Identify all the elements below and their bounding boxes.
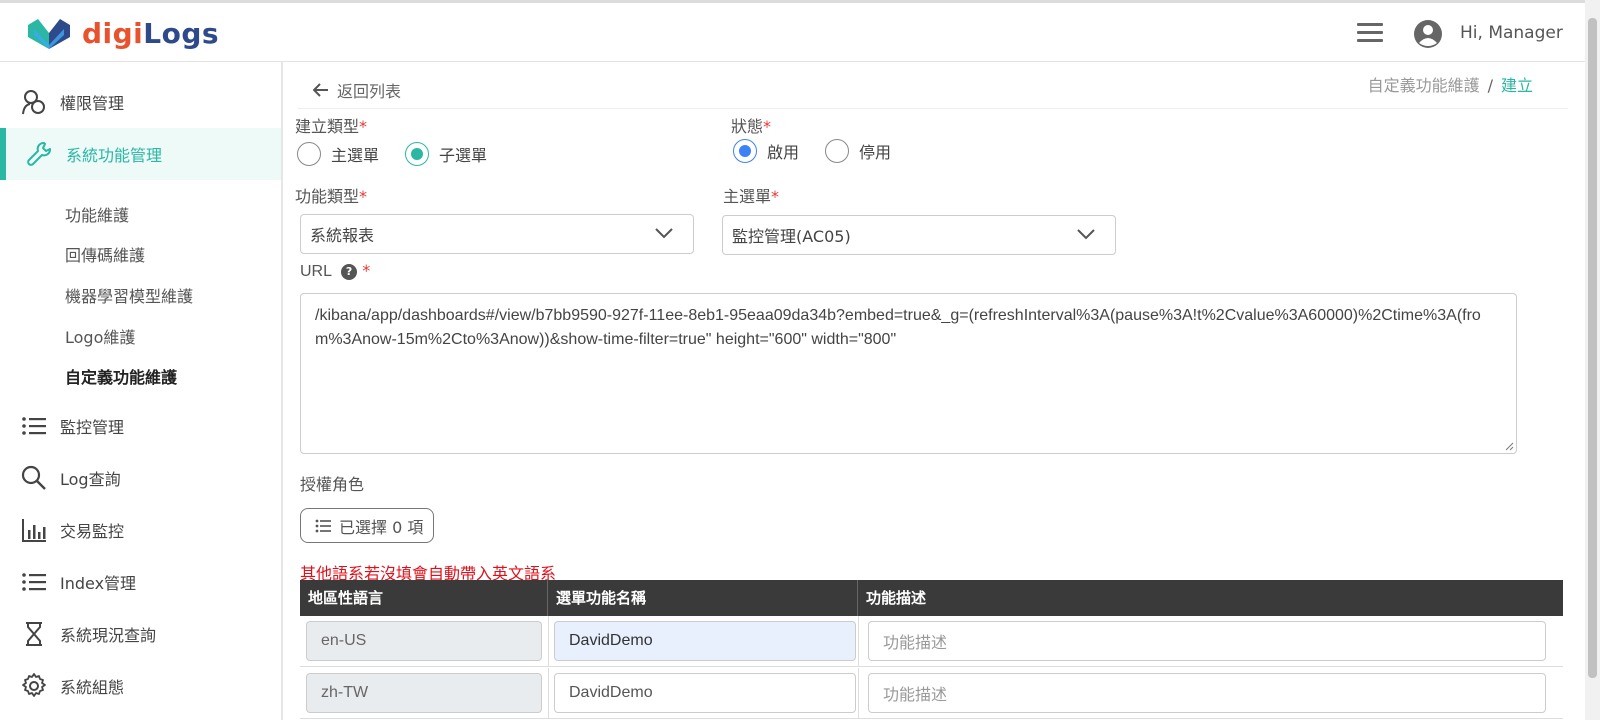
create-type-radio-group: 主選單 子選單 [297, 142, 513, 166]
list-icon [20, 412, 48, 440]
description-input[interactable]: 功能描述 [868, 621, 1546, 661]
main-content: 返回列表 自定義功能維護 / 建立 建立類型* 主選單 子選單 狀態* 啟用 停用 … [283, 62, 1585, 720]
sidebar-subitem-function-maintenance[interactable]: 功能維護 [65, 202, 129, 226]
top-header: digiLogs Hi, Manager [0, 0, 1585, 62]
url-value: /kibana/app/dashboards#/view/b7bb9590-92… [315, 307, 1481, 348]
resize-handle-icon[interactable] [1504, 441, 1514, 451]
breadcrumb-separator: / [1487, 76, 1493, 95]
breadcrumb: 自定義功能維護 / 建立 [1368, 72, 1533, 96]
url-label: URL ? * [300, 261, 371, 280]
wrench-icon [26, 140, 54, 168]
sidebar-item-label: 監控管理 [60, 418, 125, 437]
main-menu-label: 主選單* [723, 187, 780, 206]
description-input[interactable]: 功能描述 [868, 673, 1546, 713]
menu-toggle-icon[interactable] [1357, 23, 1383, 43]
sidebar-item-label: Log查詢 [60, 470, 121, 489]
column-header-menu-name: 選單功能名稱 [548, 580, 858, 616]
list-icon [20, 568, 48, 596]
divider [298, 108, 1568, 109]
sidebar-item-permissions[interactable]: 權限管理 [0, 76, 281, 128]
sidebar-item-label: 權限管理 [60, 94, 125, 113]
sidebar-subitem-ml-model[interactable]: 機器學習模型維護 [65, 283, 193, 307]
roles-picker-label: 已選擇 0 項 [339, 517, 424, 537]
radio-main-menu-label[interactable]: 主選單 [331, 142, 379, 166]
sidebar-item-system-functions[interactable]: 系統功能管理 [0, 128, 281, 180]
list-icon [315, 519, 331, 532]
sidebar-item-label: 交易監控 [60, 522, 125, 541]
url-textarea[interactable]: /kibana/app/dashboards#/view/b7bb9590-92… [300, 293, 1517, 454]
sidebar-item-monitoring[interactable]: 監控管理 [0, 400, 281, 452]
help-icon[interactable]: ? [341, 264, 358, 280]
radio-main-menu[interactable] [297, 142, 321, 166]
function-type-value: 系統報表 [310, 226, 375, 245]
bar-chart-icon [20, 516, 48, 544]
menu-name-input[interactable]: DavidDemo [554, 621, 856, 661]
sidebar-item-system-status[interactable]: 系統現況查詢 [0, 608, 281, 660]
back-to-list-link[interactable]: 返回列表 [313, 78, 401, 102]
main-menu-value: 監控管理(AC05) [732, 227, 851, 246]
menu-name-input[interactable]: DavidDemo [554, 673, 856, 713]
radio-sub-menu-label[interactable]: 子選單 [439, 142, 487, 166]
logo-text-digi: digi [82, 16, 144, 50]
status-label: 狀態* [731, 117, 772, 136]
radio-enabled[interactable] [733, 139, 757, 163]
page-scrollbar-thumb[interactable] [1588, 18, 1597, 678]
sidebar-item-label: 系統組態 [60, 678, 125, 697]
function-type-select[interactable]: 系統報表 [300, 214, 694, 254]
radio-disabled[interactable] [825, 139, 850, 163]
chevron-down-icon [655, 228, 673, 239]
create-type-label: 建立類型* [295, 117, 368, 136]
logo-text-logs: Logs [143, 16, 220, 50]
sidebar-subitem-return-code[interactable]: 回傳碼維護 [65, 242, 145, 266]
users-icon [20, 88, 48, 116]
hourglass-icon [20, 620, 48, 648]
app-logo[interactable]: digiLogs [28, 15, 219, 51]
sidebar-subitem-logo[interactable]: Logo維護 [65, 324, 135, 348]
logo-mark-icon [28, 19, 70, 49]
back-label: 返回列表 [337, 82, 402, 101]
sidebar-item-label: 系統現況查詢 [60, 626, 157, 645]
status-radio-group: 啟用 停用 [733, 139, 917, 163]
table-row: en-US DavidDemo 功能描述 [300, 616, 1563, 667]
table-row: zh-TW DavidDemo 功能描述 [300, 668, 1563, 719]
radio-enabled-label[interactable]: 啟用 [767, 139, 799, 163]
arrow-left-icon [313, 83, 328, 97]
sidebar-item-log-query[interactable]: Log查詢 [0, 452, 281, 504]
chevron-down-icon [1077, 229, 1095, 240]
column-header-locale: 地區性語言 [300, 580, 548, 616]
sidebar-item-index-management[interactable]: Index管理 [0, 556, 281, 608]
avatar-icon[interactable] [1413, 19, 1443, 49]
locale-input: en-US [306, 621, 542, 661]
radio-sub-menu[interactable] [405, 142, 430, 166]
search-icon [20, 464, 48, 492]
logo-wordmark: digiLogs [82, 17, 219, 50]
breadcrumb-current: 建立 [1500, 76, 1533, 95]
table-header: 地區性語言 選單功能名稱 功能描述 [300, 580, 1563, 616]
column-header-description: 功能描述 [866, 589, 927, 607]
breadcrumb-parent[interactable]: 自定義功能維護 [1368, 76, 1480, 95]
roles-picker-button[interactable]: 已選擇 0 項 [300, 508, 434, 543]
sidebar-item-label: 系統功能管理 [66, 146, 163, 165]
radio-disabled-label[interactable]: 停用 [859, 139, 891, 163]
gear-icon [20, 672, 48, 700]
main-menu-select[interactable]: 監控管理(AC05) [722, 215, 1116, 255]
roles-label: 授權角色 [300, 475, 365, 494]
sidebar-subitem-custom-function[interactable]: 自定義功能維護 [65, 364, 177, 388]
sidebar-item-system-config[interactable]: 系統組態 [0, 660, 281, 712]
user-greeting[interactable]: Hi, Manager [1460, 23, 1563, 43]
sidebar: 權限管理 系統功能管理 功能維護 回傳碼維護 機器學習模型維護 Logo維護 自… [0, 62, 283, 720]
sidebar-item-transaction-monitor[interactable]: 交易監控 [0, 504, 281, 556]
locale-input: zh-TW [306, 673, 542, 713]
function-type-label: 功能類型* [295, 187, 368, 206]
sidebar-item-label: Index管理 [60, 574, 137, 593]
